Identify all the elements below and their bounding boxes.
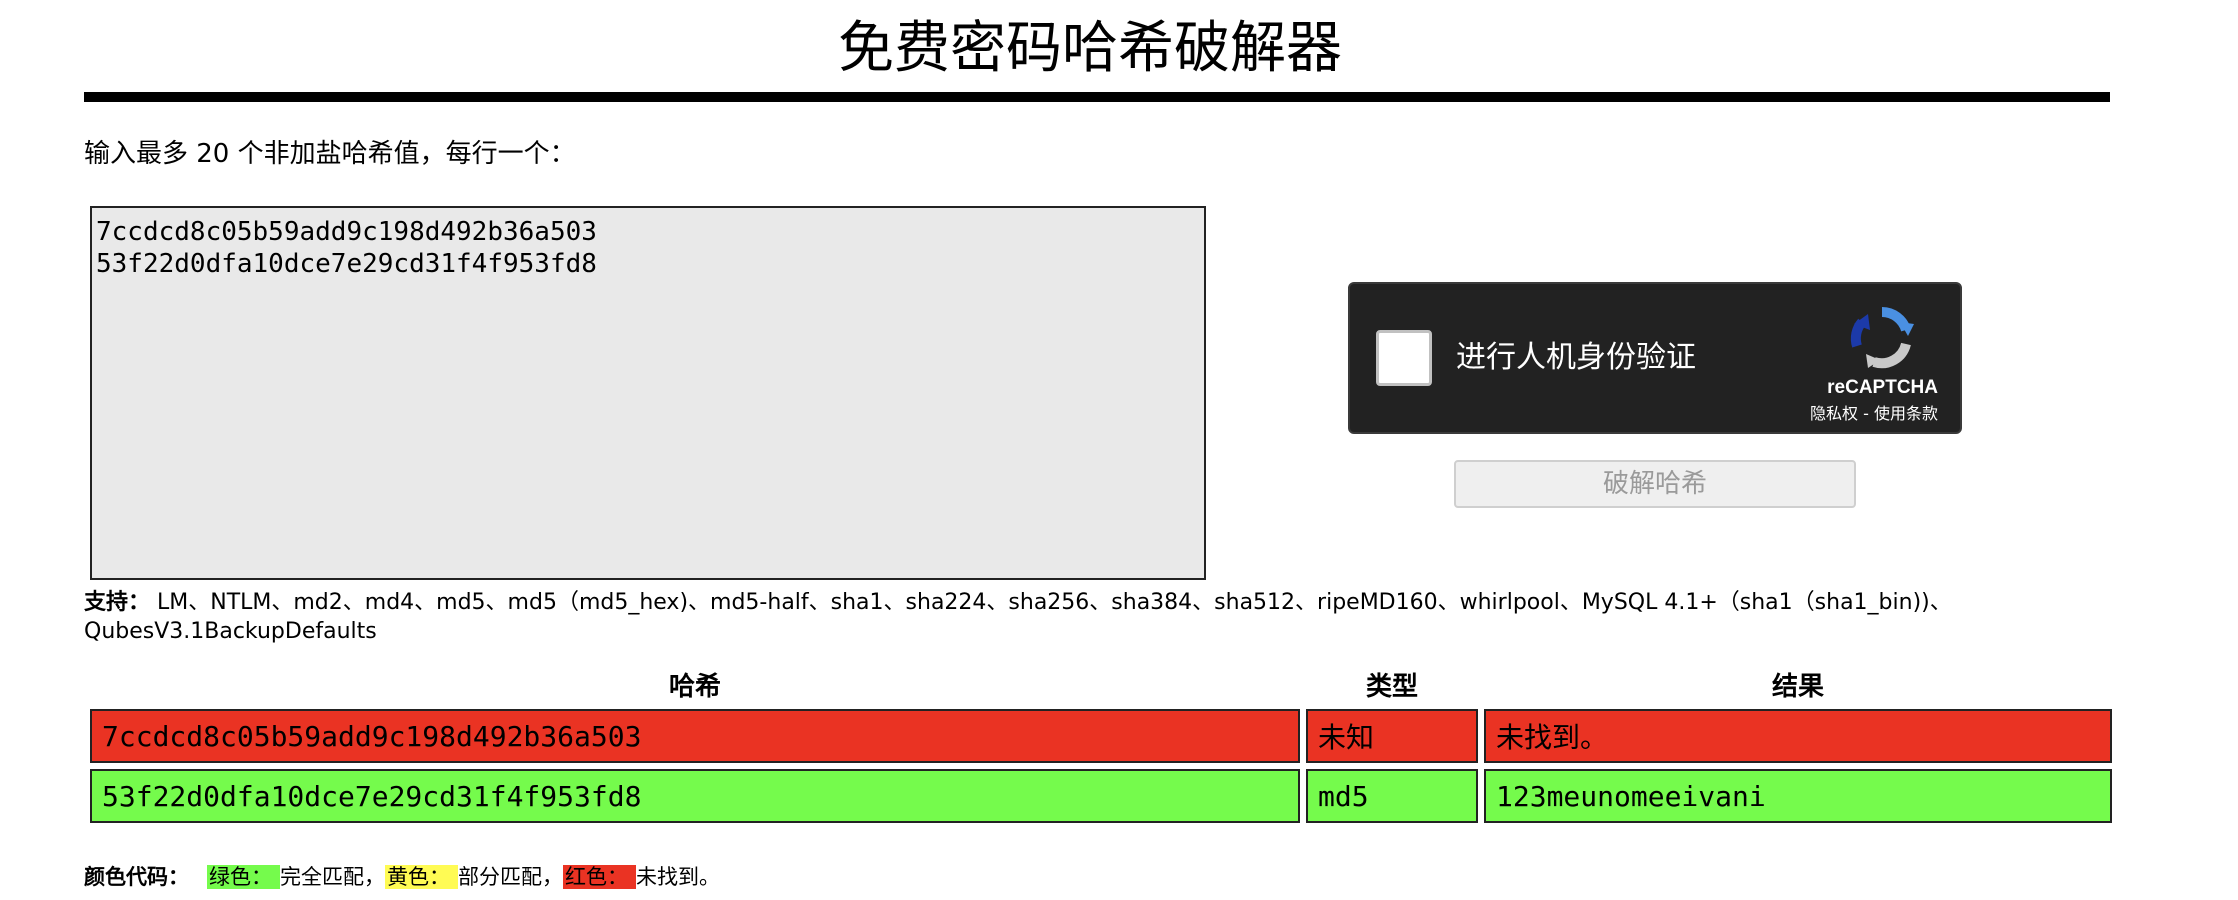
type-cell: md5 <box>1306 769 1478 823</box>
column-header-type: 类型 <box>1365 672 1418 702</box>
supported-list: LM、NTLM、md2、md4、md5、md5（md5_hex)、md5-hal… <box>84 590 1952 644</box>
crack-hashes-button[interactable]: 破解哈希 <box>1454 460 1856 508</box>
supported-algorithms: 支持： LM、NTLM、md2、md4、md5、md5（md5_hex)、md5… <box>84 588 2184 646</box>
recaptcha-terms-links[interactable]: 隐私权 - 使用条款 <box>1810 404 1938 424</box>
legend-yellow-text: 部分匹配， <box>458 865 563 889</box>
hash-cell: 7ccdcd8c05b59add9c198d492b36a503 <box>90 709 1300 763</box>
results-header-row: 哈希 类型 结果 <box>90 666 2112 703</box>
title-divider <box>84 92 2110 102</box>
recaptcha-brand: reCAPTCHA <box>1827 377 1938 398</box>
results-table: 哈希 类型 结果 7ccdcd8c05b59add9c198d492b36a50… <box>84 660 2118 829</box>
result-cell: 未找到。 <box>1484 709 2112 763</box>
input-instruction: 输入最多 20 个非加盐哈希值，每行一个： <box>84 139 576 169</box>
legend-yellow-label: 黄色： <box>385 865 458 889</box>
supported-label: 支持： <box>84 590 151 615</box>
recaptcha-widget: 进行人机身份验证 reCAPTCHA 隐私权 - 使用条款 <box>1348 282 1962 434</box>
column-header-result: 结果 <box>1771 672 1824 702</box>
hash-input[interactable] <box>90 206 1206 580</box>
legend-label: 颜色代码： <box>84 865 189 889</box>
recaptcha-label: 进行人机身份验证 <box>1456 340 1696 375</box>
legend-red-text: 未找到。 <box>636 865 720 889</box>
table-row: 7ccdcd8c05b59add9c198d492b36a503 未知 未找到。 <box>90 709 2112 763</box>
legend-red-label: 红色： <box>563 865 636 889</box>
column-header-hash: 哈希 <box>668 672 721 702</box>
type-cell: 未知 <box>1306 709 1478 763</box>
color-legend: 颜色代码： 绿色： 完全匹配，黄色： 部分匹配，红色： 未找到。 <box>84 862 720 892</box>
hash-cell: 53f22d0dfa10dce7e29cd31f4f953fd8 <box>90 769 1300 823</box>
result-cell: 123meunomeeivani <box>1484 769 2112 823</box>
table-row: 53f22d0dfa10dce7e29cd31f4f953fd8 md5 123… <box>90 769 2112 823</box>
recaptcha-logo-icon <box>1850 307 1914 369</box>
legend-green-text: 完全匹配， <box>280 865 385 889</box>
recaptcha-checkbox[interactable] <box>1376 330 1432 386</box>
page-title: 免费密码哈希破解器 <box>838 16 1342 81</box>
legend-green-label: 绿色： <box>207 865 280 889</box>
